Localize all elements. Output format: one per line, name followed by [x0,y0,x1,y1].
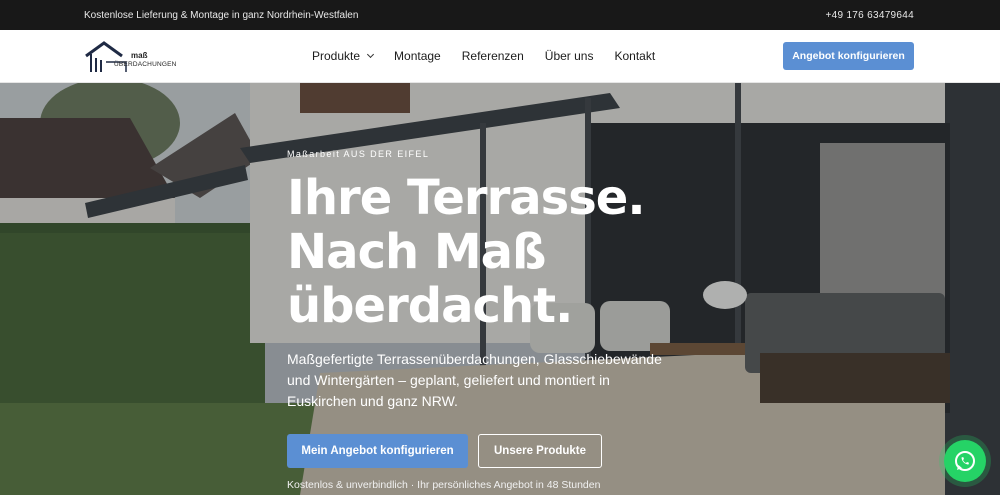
nav-item-label: Über uns [544,49,594,63]
our-products-button[interactable]: Unsere Produkte [478,434,602,468]
nav-item-label: Referenzen [461,49,524,63]
nav-item-label: Produkte [312,49,361,63]
configure-offer-button[interactable]: Angebot konfigurieren [783,42,914,70]
house-roof-icon [85,41,127,72]
nav-item-kontakt[interactable]: Kontakt [614,49,655,63]
hero-headline: Ihre Terrasse. Nach Maß überdacht. [287,170,646,334]
hero-kicker: Maßarbeit AUS DER EIFEL [287,149,430,159]
top-info-bar: Kostenlose Lieferung & Montage in ganz N… [0,0,1000,30]
headline-line-3: überdacht. [287,278,573,334]
main-navigation-bar: maß ÜBERDACHUNGEN Produkte Montage Refer… [0,30,1000,83]
phone-number[interactable]: +49 176 63479644 [826,10,915,21]
nav-item-label: Kontakt [614,49,656,63]
headline-line-2: Nach Maß [287,224,547,280]
nav-item-montage[interactable]: Montage [394,49,441,63]
logo-text-mass: maß [131,51,148,60]
whatsapp-chat-button[interactable] [944,440,986,482]
hero-section: Maßarbeit AUS DER EIFEL Ihre Terrasse. N… [0,83,1000,495]
nav-item-label: Montage [394,49,441,63]
site-logo[interactable]: maß ÜBERDACHUNGEN [84,40,177,74]
primary-menu: Produkte Montage Referenzen Über uns Kon… [312,49,655,63]
offer-note: Kostenlos & unverbindlich · Ihr persönli… [287,479,601,491]
logo-text-ueberdachungen: ÜBERDACHUNGEN [114,61,177,68]
headline-line-1: Ihre Terrasse. [287,170,646,226]
nav-item-referenzen[interactable]: Referenzen [462,49,524,63]
nav-item-produkte[interactable]: Produkte [312,49,375,63]
delivery-info-text: Kostenlose Lieferung & Montage in ganz N… [84,10,359,21]
nav-item-ueber-uns[interactable]: Über uns [545,49,594,63]
hero-subtitle: Maßgefertigte Terrassenüberdachungen, Gl… [287,351,662,409]
whatsapp-icon [955,451,975,471]
configure-my-offer-button[interactable]: Mein Angebot konfigurieren [287,434,468,468]
chevron-down-icon [366,50,375,59]
